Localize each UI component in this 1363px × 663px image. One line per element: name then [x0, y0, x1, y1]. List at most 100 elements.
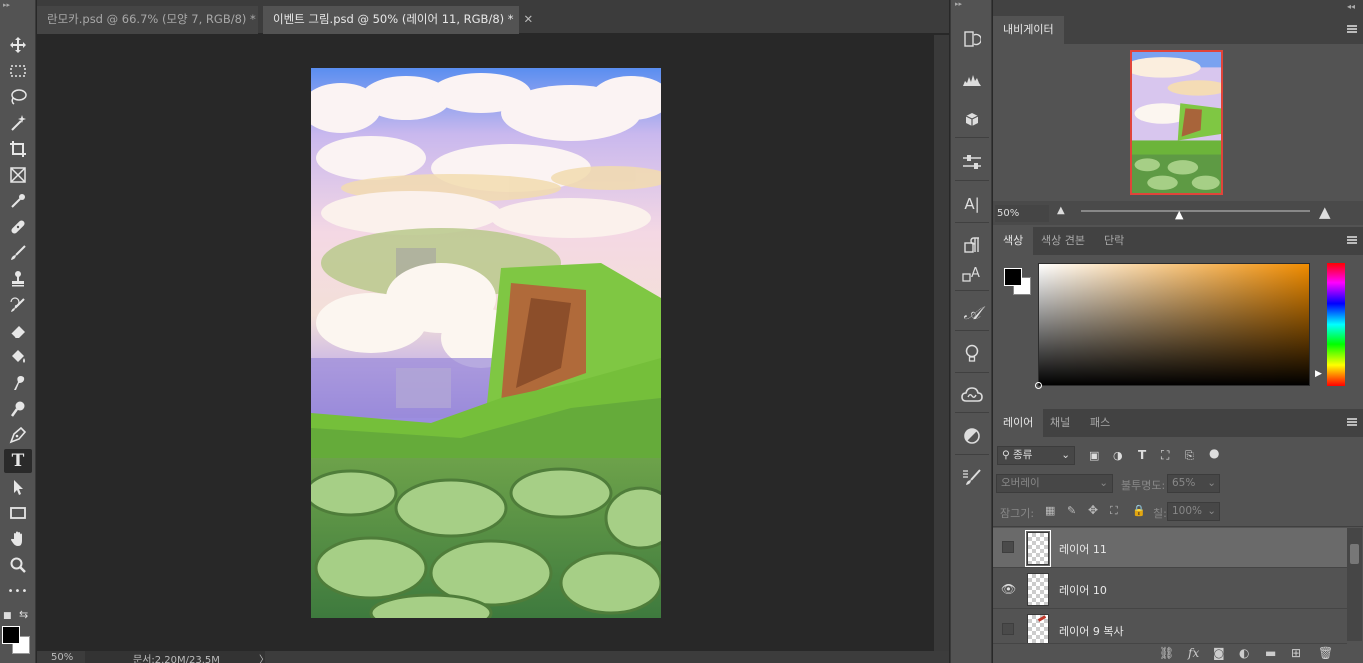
adjustments-icon[interactable]	[957, 148, 987, 176]
tab-channels[interactable]: 채널	[1040, 409, 1080, 437]
eye-icon[interactable]: 👁	[1001, 582, 1016, 596]
marquee-tool-icon[interactable]	[4, 59, 32, 83]
swap-colors-icon[interactable]: ⇆	[19, 608, 28, 621]
collapse-icon[interactable]: ◂◂	[1347, 2, 1355, 11]
creative-cloud-icon[interactable]	[957, 381, 987, 409]
healing-tool-icon[interactable]	[4, 215, 32, 239]
trash-icon[interactable]: 🗑	[1318, 646, 1333, 660]
tab-ranmoka[interactable]: 란모카.psd @ 66.7% (모양 7, RGB/8) *✕	[37, 6, 275, 34]
zoom-in-icon[interactable]: ▲	[1319, 203, 1331, 221]
tab-paths[interactable]: 패스	[1080, 409, 1120, 437]
layer-thumbnail[interactable]	[1027, 614, 1049, 643]
zoom-slider-thumb[interactable]: ▲	[1175, 208, 1183, 221]
brush-tool-icon[interactable]	[4, 241, 32, 265]
filter-image-icon[interactable]: ▣	[1089, 449, 1099, 462]
layer-row[interactable]: 레이어 11	[993, 528, 1347, 568]
3d-icon[interactable]	[957, 106, 987, 134]
styles-icon[interactable]	[957, 422, 987, 450]
filter-adjustment-icon[interactable]: ◑	[1113, 449, 1123, 462]
visibility-toggle[interactable]	[1002, 623, 1014, 635]
opacity-field[interactable]: 65% ⌄	[1167, 474, 1220, 493]
panel-menu-icon[interactable]	[1347, 25, 1357, 33]
layer-name[interactable]: 레이어 11	[1059, 541, 1107, 557]
new-layer-icon[interactable]: ⊞	[1291, 646, 1301, 660]
hue-slider-pointer[interactable]: ▶	[1315, 369, 1322, 379]
lock-pixels-icon[interactable]: ✎	[1067, 504, 1076, 517]
layer-thumbnail[interactable]	[1025, 530, 1051, 567]
panel-menu-icon[interactable]	[1347, 418, 1357, 426]
fill-field[interactable]: 100% ⌄	[1167, 502, 1220, 521]
lock-artboard-icon[interactable]: ⛶	[1110, 504, 1118, 518]
paint-bucket-tool-icon[interactable]	[4, 345, 32, 369]
type-tool-icon[interactable]: T	[4, 449, 32, 473]
tab-paragraph[interactable]: 단락	[1094, 227, 1134, 255]
document-canvas-image[interactable]	[311, 68, 661, 618]
mask-icon[interactable]: ◙	[1213, 646, 1225, 660]
dodge-tool-icon[interactable]	[4, 397, 32, 421]
paragraph-icon[interactable]	[957, 231, 987, 259]
layer-row[interactable]: 레이어 9 복사	[993, 610, 1347, 644]
histogram-icon[interactable]	[957, 66, 987, 94]
hue-slider[interactable]	[1327, 263, 1345, 386]
brush-settings-icon[interactable]	[957, 463, 987, 491]
navigator-preview[interactable]	[1130, 50, 1223, 195]
filter-toggle-icon[interactable]: ●	[1209, 446, 1219, 460]
panel-grip[interactable]: ▸▸	[0, 0, 35, 12]
fx-icon[interactable]: fx	[1188, 646, 1199, 660]
eyedropper-tool-icon[interactable]	[4, 189, 32, 213]
glyph-style-icon[interactable]: A	[957, 259, 987, 287]
filter-type-icon[interactable]: T	[1138, 448, 1146, 462]
layer-name[interactable]: 레이어 9 복사	[1059, 623, 1124, 639]
history-brush-tool-icon[interactable]	[4, 293, 32, 317]
blend-mode-select[interactable]: 오버레이 ⌄	[996, 474, 1113, 493]
tab-layers[interactable]: 레이어	[993, 409, 1044, 437]
zoom-level[interactable]: 50%	[51, 652, 73, 663]
lasso-tool-icon[interactable]	[4, 85, 32, 109]
foreground-color-swatch[interactable]	[2, 626, 20, 644]
zoom-tool-icon[interactable]	[4, 553, 32, 577]
hand-tool-icon[interactable]	[4, 527, 32, 551]
move-tool-icon[interactable]	[4, 33, 32, 57]
filter-smart-object-icon[interactable]: ⎘	[1185, 449, 1194, 463]
panel-menu-icon[interactable]	[1347, 236, 1357, 244]
zoom-slider-track[interactable]	[1081, 210, 1310, 212]
eraser-tool-icon[interactable]	[4, 319, 32, 343]
lock-all-icon[interactable]: 🔒	[1132, 504, 1146, 517]
visibility-toggle[interactable]	[1002, 541, 1014, 553]
folder-icon[interactable]: ▬	[1265, 646, 1276, 660]
layer-filter-select[interactable]: ⚲ 종류 ⌄	[997, 446, 1075, 465]
lock-transparent-icon[interactable]: ▦	[1045, 504, 1055, 517]
tab-navigator[interactable]: 내비게이터	[993, 16, 1064, 44]
frame-tool-icon[interactable]	[4, 163, 32, 187]
close-icon[interactable]: ✕	[524, 12, 534, 26]
learn-icon[interactable]	[957, 340, 987, 368]
tab-event-drawing[interactable]: 이벤트 그림.psd @ 50% (레이어 11, RGB/8) * ✕	[263, 6, 533, 34]
canvas-vertical-scrollbar[interactable]	[934, 35, 949, 651]
navigator-zoom-field[interactable]: 50%	[995, 205, 1049, 222]
adjustment-layer-icon[interactable]: ◐	[1239, 646, 1249, 660]
magic-wand-tool-icon[interactable]	[4, 111, 32, 135]
link-icon[interactable]: ⛓	[1159, 646, 1174, 660]
default-colors-icon[interactable]: ■	[3, 611, 12, 621]
lock-position-icon[interactable]: ✥	[1088, 503, 1098, 517]
layer-name[interactable]: 레이어 10	[1059, 582, 1107, 598]
status-menu-arrow-icon[interactable]: 〉	[259, 651, 269, 663]
character-icon[interactable]: A|	[957, 190, 987, 218]
more-tools-icon[interactable]: •••	[4, 579, 32, 603]
path-select-tool-icon[interactable]	[4, 475, 32, 499]
crop-tool-icon[interactable]	[4, 137, 32, 161]
zoom-out-icon[interactable]: ▲	[1057, 205, 1065, 216]
layers-scrollbar[interactable]	[1347, 528, 1362, 641]
layer-thumbnail[interactable]	[1027, 573, 1049, 606]
layer-row[interactable]: 👁 레이어 10	[993, 569, 1347, 609]
doc-info[interactable]: 문서:2.20M/23.5M	[85, 651, 265, 663]
tab-swatches[interactable]: 색상 견본	[1031, 227, 1095, 255]
stamp-tool-icon[interactable]	[4, 267, 32, 291]
glyphs-icon[interactable]: 𝒜	[957, 299, 987, 327]
color-picker-field[interactable]	[1035, 263, 1310, 389]
filter-shape-icon[interactable]: ⛶	[1161, 448, 1169, 463]
color-foreground-swatch[interactable]	[1004, 268, 1022, 286]
history-icon[interactable]	[957, 25, 987, 53]
smudge-tool-icon[interactable]	[4, 371, 32, 395]
panel-grip[interactable]: ▸▸	[951, 0, 991, 14]
